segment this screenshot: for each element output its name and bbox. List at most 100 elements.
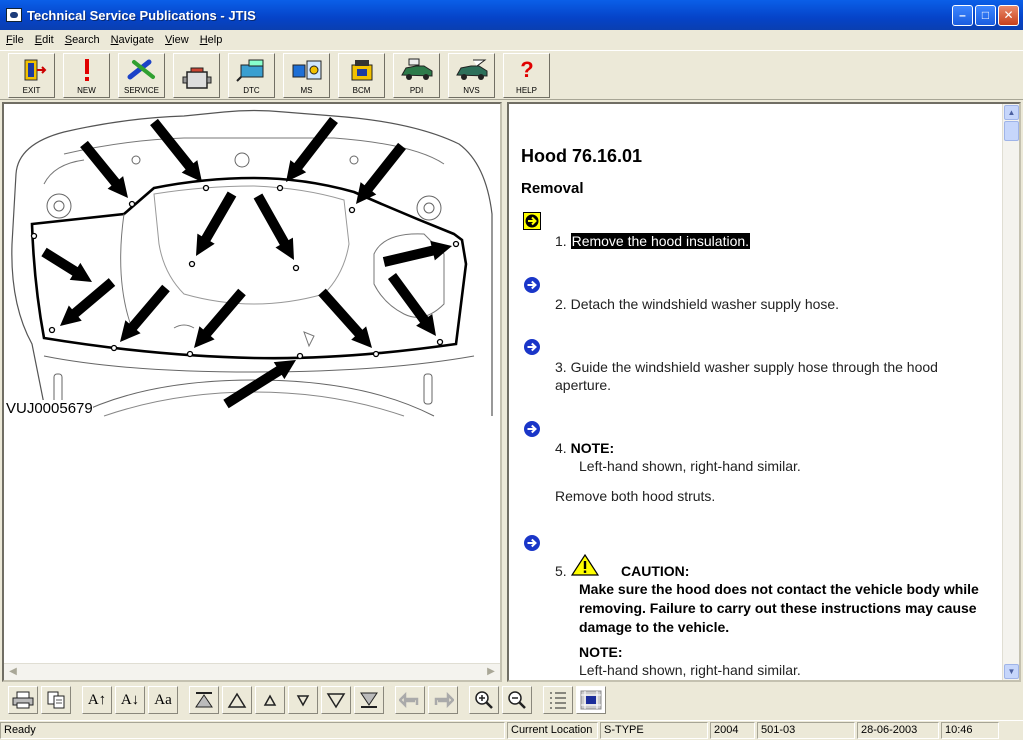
increase-font-button[interactable]: A↑ xyxy=(82,686,112,714)
pdi-button[interactable]: PDI xyxy=(393,52,440,98)
layout-toggle-button[interactable] xyxy=(576,686,606,714)
dtc-label: DTC xyxy=(243,85,260,95)
callout-arrow xyxy=(382,240,452,267)
scroll-thumb[interactable] xyxy=(1004,121,1019,141)
callout-arrow xyxy=(196,191,237,256)
status-bar: Ready Current Location S-TYPE 2004 501-0… xyxy=(0,720,1023,740)
step-5-note-label: NOTE: xyxy=(579,644,623,660)
service-label: SERVICE xyxy=(124,85,159,95)
step-5-caution-label: CAUTION: xyxy=(621,563,690,579)
copy-icon xyxy=(47,691,65,709)
forward-arrow-icon xyxy=(434,692,454,708)
step-2-text: Detach the windshield washer supply hose… xyxy=(570,296,840,312)
scroll-right-icon[interactable]: ▶ xyxy=(484,666,498,678)
step-4-note-label: NOTE: xyxy=(570,440,615,456)
triangle-up-large-icon xyxy=(227,692,247,708)
caution-warning-icon xyxy=(571,554,599,576)
engine-button[interactable] xyxy=(173,52,220,98)
step-4: 4. NOTE: Left-hand shown, right-hand sim… xyxy=(555,439,995,505)
step-1: 1. Remove the hood insulation. xyxy=(555,232,995,250)
step-arrow-icon[interactable] xyxy=(523,534,541,552)
step-5-caution-text: Make sure the hood does not contact the … xyxy=(579,581,979,635)
scroll-left-icon[interactable]: ◀ xyxy=(6,666,20,678)
list-icon xyxy=(550,692,566,709)
callout-arrow xyxy=(318,288,372,348)
close-button[interactable]: ✕ xyxy=(998,4,1019,26)
back-arrow-icon xyxy=(399,692,419,708)
bottom-toolbar: A↑ A↓ Aa xyxy=(0,684,1023,716)
maximize-button[interactable]: □ xyxy=(975,4,996,26)
current-step-arrow-icon[interactable] xyxy=(523,212,541,230)
scroll-down-icon[interactable]: ▼ xyxy=(1004,664,1019,679)
copy-button[interactable] xyxy=(41,686,71,714)
status-code: 501-03 xyxy=(757,722,855,739)
menu-file[interactable]: File xyxy=(0,34,29,46)
pdi-icon xyxy=(400,58,432,80)
step-arrow-icon[interactable] xyxy=(523,338,541,356)
menu-help[interactable]: Help xyxy=(194,34,228,46)
section-heading: Removal xyxy=(521,180,584,197)
callout-arrow xyxy=(356,142,406,204)
step-5: 5. CAUTION: Make sure the hood does not … xyxy=(555,554,995,679)
horizontal-scrollbar[interactable]: ◀ ▶ xyxy=(4,663,500,680)
vertical-scrollbar[interactable]: ▲ ▼ xyxy=(1002,104,1019,680)
menu-search[interactable]: Search xyxy=(59,34,105,46)
page-title: Hood 76.16.01 xyxy=(521,146,643,166)
step-arrow-icon[interactable] xyxy=(523,276,541,294)
new-icon xyxy=(84,58,89,81)
exit-button[interactable]: EXIT xyxy=(8,52,55,98)
last-page-button[interactable] xyxy=(354,686,384,714)
callout-arrow xyxy=(223,360,296,409)
step-2-number: 2. xyxy=(555,296,567,312)
menu-edit[interactable]: Edit xyxy=(29,34,59,46)
app-icon xyxy=(6,8,22,22)
font-style-icon: Aa xyxy=(154,691,172,708)
menu-navigate[interactable]: Navigate xyxy=(105,34,159,46)
next-section-button[interactable] xyxy=(321,686,351,714)
new-button[interactable]: NEW xyxy=(63,52,110,98)
zoom-in-button[interactable] xyxy=(469,686,499,714)
zoom-out-button[interactable] xyxy=(502,686,532,714)
forward-button[interactable] xyxy=(428,686,458,714)
step-4-number: 4. xyxy=(555,440,567,456)
previous-section-button[interactable] xyxy=(222,686,252,714)
step-1-text[interactable]: Remove the hood insulation. xyxy=(570,233,751,249)
menu-view[interactable]: View xyxy=(159,34,194,46)
ms-label: MS xyxy=(300,85,313,95)
pdi-label: PDI xyxy=(409,85,424,95)
step-3: 3. Guide the windshield washer supply ho… xyxy=(555,358,995,394)
contents-list-button[interactable] xyxy=(543,686,573,714)
callout-arrow xyxy=(194,288,246,348)
new-label: NEW xyxy=(77,85,96,95)
font-increase-icon: A↑ xyxy=(87,691,107,708)
nvs-icon xyxy=(455,59,487,80)
decrease-font-button[interactable]: A↓ xyxy=(115,686,145,714)
status-text: Ready xyxy=(0,722,505,739)
step-arrow-icon[interactable] xyxy=(523,420,541,438)
callout-arrow xyxy=(286,116,338,182)
step-1-number: 1. xyxy=(555,233,567,249)
bcm-icon xyxy=(351,59,372,80)
first-page-button[interactable] xyxy=(189,686,219,714)
help-button[interactable]: ? HELP xyxy=(503,52,550,98)
next-step-button[interactable] xyxy=(288,686,318,714)
step-5-note-text: Left-hand shown, right-hand similar. xyxy=(579,662,801,678)
callout-arrow xyxy=(387,273,436,336)
svg-text:?: ? xyxy=(520,57,533,82)
font-style-button[interactable]: Aa xyxy=(148,686,178,714)
hood-diagram xyxy=(11,109,493,417)
scroll-up-icon[interactable]: ▲ xyxy=(1004,105,1019,120)
first-page-icon xyxy=(195,692,213,708)
status-year: 2004 xyxy=(710,722,755,739)
back-button[interactable] xyxy=(395,686,425,714)
service-button[interactable]: SERVICE xyxy=(118,52,165,98)
step-2: 2. Detach the windshield washer supply h… xyxy=(555,295,995,313)
minimize-button[interactable]: – xyxy=(952,4,973,26)
ms-icon xyxy=(292,60,321,79)
ms-button[interactable]: MS xyxy=(283,52,330,98)
dtc-button[interactable]: DTC xyxy=(228,52,275,98)
nvs-button[interactable]: NVS xyxy=(448,52,495,98)
bcm-button[interactable]: BCM xyxy=(338,52,385,98)
previous-step-button[interactable] xyxy=(255,686,285,714)
print-button[interactable] xyxy=(8,686,38,714)
